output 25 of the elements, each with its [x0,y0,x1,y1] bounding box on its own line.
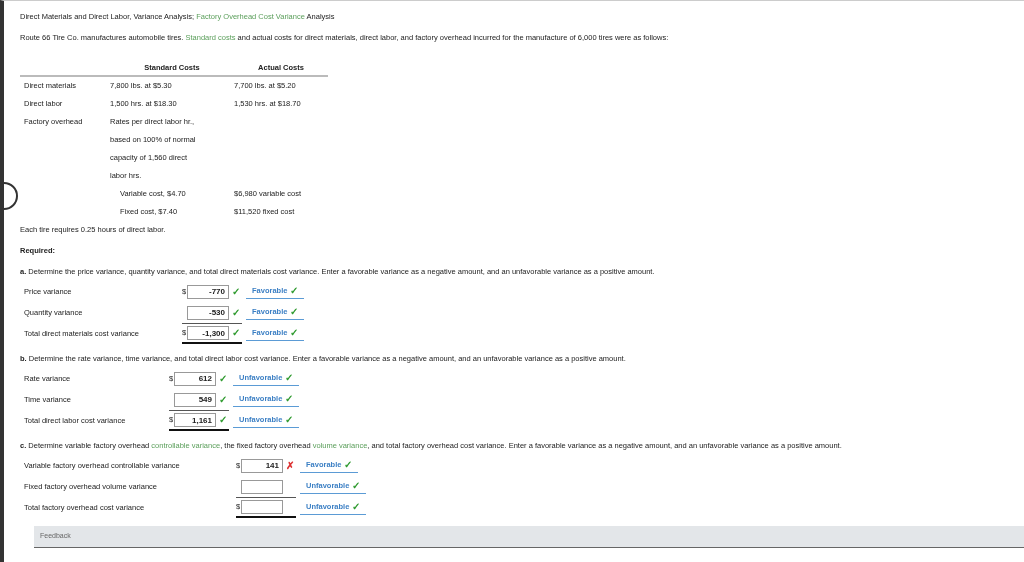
amount-input[interactable]: 1,161 [174,413,216,427]
correct-mark: ✓ [352,481,361,491]
amount-input[interactable]: -1,300 [187,326,229,340]
correct-mark: ✓ [344,460,353,470]
correct-mark: ✓ [290,328,299,338]
amount-input[interactable]: 549 [174,392,216,407]
correct-mark: ✓ [285,373,294,383]
amount-input[interactable]: -530 [187,305,229,320]
amount-input[interactable]: 141 [241,458,283,473]
correct-mark: ✓ [352,502,361,512]
correct-mark: ✓ [219,394,227,405]
amount-input[interactable] [241,479,283,494]
correct-mark: ✓ [232,286,240,297]
incorrect-mark: ✗ [286,460,294,471]
correct-mark: ✓ [290,307,299,317]
correct-mark: ✓ [232,307,240,318]
amount-input[interactable]: 612 [174,371,216,386]
correct-mark: ✓ [232,328,240,338]
correct-mark: ✓ [219,373,227,384]
correct-mark: ✓ [290,286,299,296]
amount-input[interactable]: -770 [187,284,229,299]
correct-mark: ✓ [285,394,294,404]
correct-mark: ✓ [219,415,227,425]
correct-mark: ✓ [285,415,294,425]
amount-input[interactable] [241,500,283,514]
